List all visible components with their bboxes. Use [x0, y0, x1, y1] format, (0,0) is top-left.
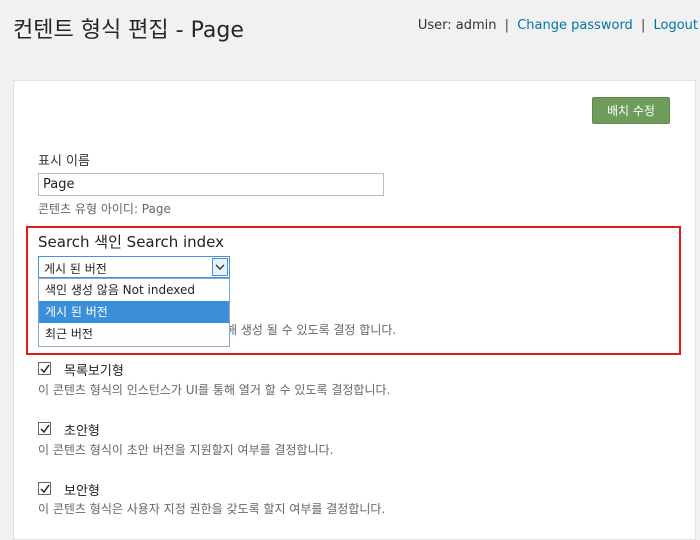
securable-description: 이 콘텐츠 형식은 사용자 지정 권한을 갖도록 할지 여부를 결정합니다. [38, 502, 386, 516]
change-password-link[interactable]: Change password [517, 18, 633, 33]
draftable-description: 이 콘텐츠 형식이 초안 버전을 지원할지 여부를 결정합니다. [38, 443, 334, 457]
option-latest[interactable]: 최근 버전 [39, 323, 229, 345]
search-index-dropdown: 색인 생성 않음 Not indexed 게시 된 버전 최근 버전 [38, 278, 230, 347]
search-index-description: 해 생성 될 수 있도록 결정 합니다. [226, 323, 397, 337]
securable-checkbox[interactable] [38, 482, 51, 495]
option-not-indexed[interactable]: 색인 생성 않음 Not indexed [39, 279, 229, 301]
chevron-down-icon[interactable] [212, 258, 228, 276]
separator: | [640, 18, 646, 33]
display-name-label: 표시 이름 [38, 154, 90, 169]
search-index-title: Search 색인 Search index [38, 233, 225, 251]
user-label: User: admin [417, 18, 497, 33]
listable-checkbox[interactable] [38, 362, 51, 375]
content-type-id: 콘텐츠 유형 아이디: Page [38, 202, 171, 216]
logout-link[interactable]: Logout [653, 18, 698, 33]
listable-description: 이 콘텐츠 형식의 인스턴스가 UI를 통해 열거 할 수 있도록 결정합니다. [38, 383, 391, 397]
apply-button[interactable]: 배치 수정 [592, 97, 670, 124]
select-value: 게시 된 버전 [44, 262, 107, 276]
draftable-checkbox[interactable] [38, 422, 51, 435]
option-published[interactable]: 게시 된 버전 [39, 301, 229, 323]
draftable-label: 초안형 [64, 424, 100, 439]
separator: | [504, 18, 510, 33]
listable-label: 목록보기형 [64, 364, 124, 379]
securable-label: 보안형 [64, 484, 100, 499]
user-bar: User: admin | Change password | Logout [418, 18, 698, 33]
search-index-select[interactable]: 게시 된 버전 [38, 256, 230, 278]
page-title: 컨텐트 형식 편집 - Page [13, 18, 244, 43]
display-name-input[interactable] [38, 173, 384, 196]
